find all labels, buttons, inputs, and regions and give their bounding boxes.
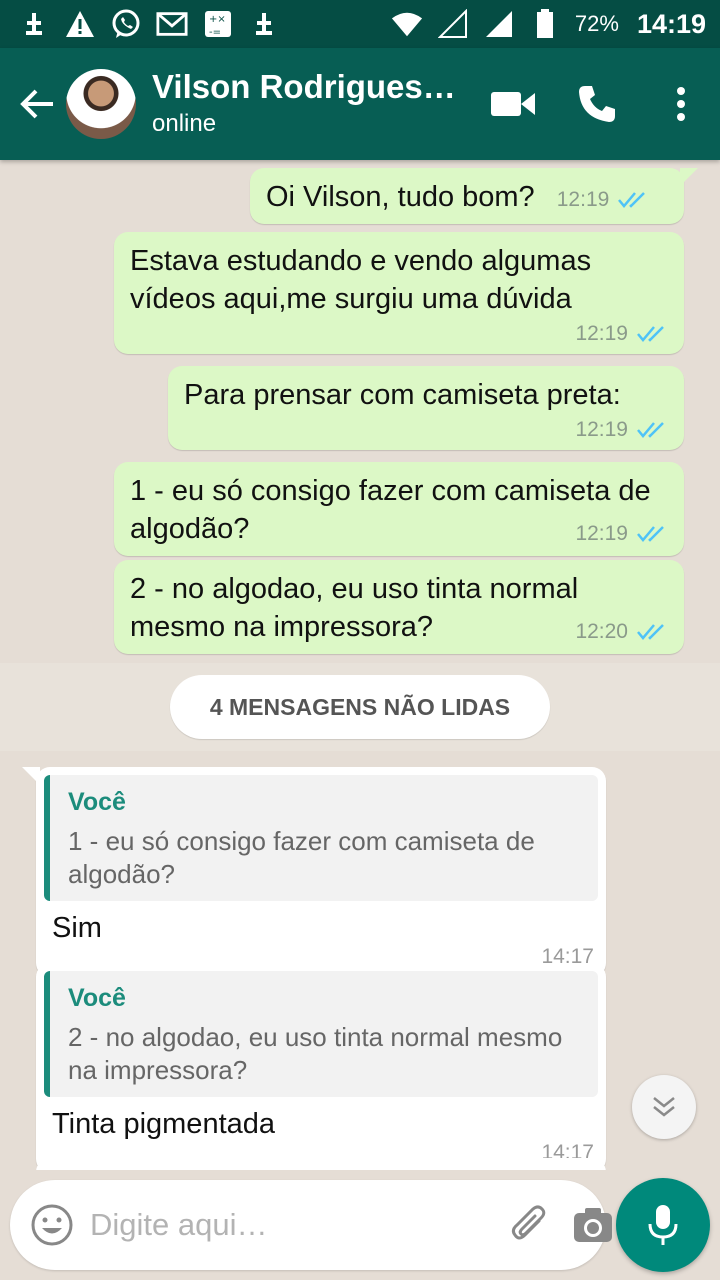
phone-icon: [579, 86, 615, 122]
message-text: Estava estudando e vendo algumas vídeos …: [130, 245, 592, 315]
message-input[interactable]: [90, 1195, 489, 1255]
message-text: Sim: [52, 912, 102, 944]
video-call-button[interactable]: [478, 69, 548, 139]
scroll-to-bottom-button[interactable]: [632, 1075, 696, 1139]
emoji-button[interactable]: [30, 1200, 74, 1250]
contact-status: online: [152, 110, 217, 137]
message-meta: 12:19: [184, 418, 668, 442]
bubble-tail: [680, 168, 698, 186]
svg-text:-=: -=: [209, 27, 221, 38]
message-time: 12:19: [575, 322, 628, 345]
avatar[interactable]: [66, 69, 136, 139]
message-meta: 12:19: [130, 322, 668, 346]
unread-count-label: 4 MENSAGENS NÃO LIDAS: [169, 675, 551, 739]
mic-icon: [648, 1205, 678, 1245]
incoming-message-partial[interactable]: [36, 1158, 606, 1170]
usb-icon: [18, 8, 50, 40]
calculator-icon: +× -=: [202, 8, 234, 40]
emoji-icon: [31, 1204, 73, 1246]
battery-icon: [529, 8, 561, 40]
chat-header: Vilson Rodrigues… online: [0, 48, 720, 160]
bubble-tail: [22, 767, 40, 785]
message-meta: 12:20: [575, 620, 668, 644]
quoted-message[interactable]: Você 2 - no algodao, eu uso tinta normal…: [44, 971, 598, 1097]
read-ticks-icon: [637, 422, 664, 438]
outgoing-message[interactable]: Para prensar com camiseta preta: 12:19: [168, 366, 684, 450]
wifi-icon: [391, 8, 423, 40]
gmail-icon: [156, 8, 188, 40]
contact-info[interactable]: Vilson Rodrigues… online: [152, 67, 478, 141]
clock: 14:19: [636, 8, 706, 39]
more-options-button[interactable]: [646, 69, 716, 139]
attach-button[interactable]: [509, 1197, 553, 1253]
incoming-message[interactable]: Você 1 - eu só consigo fazer com camiset…: [22, 767, 606, 977]
video-call-icon: [491, 92, 535, 116]
message-time: 12:19: [556, 188, 610, 211]
contact-name: Vilson Rodrigues…: [152, 68, 456, 105]
message-text: Tinta pigmentada: [52, 1108, 276, 1140]
message-time: 12:20: [575, 620, 628, 643]
quote-text: 1 - eu só consigo fazer com camiseta de …: [68, 826, 535, 889]
chevron-double-down-icon: [653, 1097, 675, 1117]
message-time: 12:19: [575, 418, 628, 441]
chat-area[interactable]: Oi Vilson, tudo bom? 12:19 Estava estuda…: [0, 160, 720, 1170]
signal-empty-icon: [437, 8, 469, 40]
message-text: Oi Vilson, tudo bom?: [266, 181, 535, 213]
quote-author: Você: [68, 788, 126, 816]
outgoing-message[interactable]: Oi Vilson, tudo bom? 12:19: [250, 168, 698, 224]
unread-divider: 4 MENSAGENS NÃO LIDAS: [0, 663, 720, 751]
svg-text:+×: +×: [209, 14, 226, 25]
status-bar: +× -= 72% 14:19: [0, 0, 720, 48]
incoming-message[interactable]: Você 2 - no algodao, eu uso tinta normal…: [36, 963, 606, 1170]
system-icons: 72% 14:19: [391, 8, 706, 40]
attach-icon: [511, 1205, 546, 1240]
message-text: Para prensar com camiseta preta:: [184, 379, 621, 411]
voice-record-button[interactable]: [616, 1178, 710, 1272]
signal-icon: [483, 8, 515, 40]
back-arrow-icon: [20, 89, 53, 119]
quote-author: Você: [68, 984, 126, 1012]
message-meta: 12:19: [575, 522, 668, 546]
whatsapp-icon: [110, 8, 142, 40]
voice-call-button[interactable]: [562, 69, 632, 139]
read-ticks-icon: [637, 624, 664, 640]
more-vert-icon: [677, 87, 685, 121]
quoted-message[interactable]: Você 1 - eu só consigo fazer com camiset…: [44, 775, 598, 901]
battery-percent: 72%: [574, 11, 619, 36]
outgoing-message[interactable]: Estava estudando e vendo algumas vídeos …: [114, 232, 684, 354]
back-button[interactable]: [12, 74, 62, 134]
notification-icons: +× -=: [18, 8, 280, 40]
quote-text: 2 - no algodao, eu uso tinta normal mesm…: [68, 1022, 563, 1085]
message-text: 2 - no algodao, eu uso tinta normal mesm…: [130, 573, 579, 643]
read-ticks-icon: [637, 526, 664, 542]
message-time: 12:19: [575, 522, 628, 545]
outgoing-message[interactable]: 2 - no algodao, eu uso tinta normal mesm…: [114, 560, 684, 654]
warning-icon: [64, 8, 96, 40]
camera-icon: [574, 1208, 612, 1242]
message-text: 1 - eu só consigo fazer com camiseta de …: [130, 475, 651, 545]
composer: [10, 1180, 612, 1270]
read-ticks-icon: [618, 192, 646, 208]
usb-icon-2: [248, 8, 280, 40]
outgoing-message[interactable]: 1 - eu só consigo fazer com camiseta de …: [114, 462, 684, 556]
read-ticks-icon: [637, 326, 664, 342]
message-meta: 12:19: [557, 188, 650, 212]
camera-button[interactable]: [573, 1197, 613, 1253]
